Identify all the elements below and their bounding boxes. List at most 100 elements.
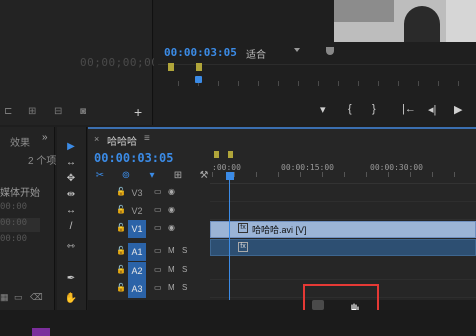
export-frame-icon[interactable]: ⊞ bbox=[28, 106, 36, 117]
list-item[interactable]: 00:00 bbox=[0, 218, 40, 232]
new-bin-icon[interactable]: ▦ bbox=[0, 292, 9, 303]
slip-tool-icon[interactable]: ⇿ bbox=[64, 240, 78, 254]
solo-icon[interactable]: S bbox=[182, 283, 187, 292]
track-header-a1: 🔓 A1 ▭ M S bbox=[110, 243, 210, 261]
add-marker-icon[interactable]: ▾ bbox=[146, 170, 158, 182]
lock-icon[interactable]: 🔓 bbox=[116, 265, 126, 275]
time-ruler[interactable] bbox=[210, 150, 476, 184]
camera-icon[interactable]: ◙ bbox=[80, 106, 86, 117]
track-header-v3: 🔓 V3 ▭ ◉ bbox=[110, 184, 210, 202]
eye-icon[interactable]: ◉ bbox=[168, 205, 175, 214]
program-controls: ▾ { } |← ◂| ▶ bbox=[158, 103, 476, 121]
program-timecode[interactable]: 00:00:03:05 bbox=[164, 46, 237, 59]
track-header-v1: 🔓 V1 ▭ ◉ bbox=[110, 220, 210, 238]
mark-out-icon[interactable]: } bbox=[372, 103, 376, 115]
wrench-icon[interactable]: ⚒ bbox=[198, 170, 210, 182]
in-marker[interactable] bbox=[168, 63, 174, 71]
out-marker[interactable] bbox=[196, 63, 202, 71]
ruler-ticks bbox=[212, 172, 476, 178]
audio-clip[interactable] bbox=[210, 239, 476, 256]
lock-icon[interactable]: 🔓 bbox=[116, 223, 126, 233]
list-item[interactable]: 00:00 bbox=[0, 202, 40, 216]
list-item[interactable]: 00:00 bbox=[0, 234, 40, 248]
lock-icon[interactable]: 🔓 bbox=[116, 283, 126, 293]
lock-icon[interactable]: 🔓 bbox=[116, 187, 126, 197]
eye-icon[interactable]: ◉ bbox=[168, 187, 175, 196]
tab-sequence[interactable]: 哈哈哈 bbox=[107, 133, 137, 148]
folder-icon[interactable]: ▭ bbox=[14, 292, 23, 303]
track-name[interactable]: A1 bbox=[128, 243, 146, 261]
program-playhead[interactable] bbox=[195, 76, 202, 83]
sync-lock-icon[interactable]: ▭ bbox=[154, 205, 162, 214]
fit-dropdown[interactable]: 适合 bbox=[246, 46, 302, 61]
track-lane-a2[interactable] bbox=[210, 262, 476, 280]
rate-stretch-tool-icon[interactable]: ↔ bbox=[64, 204, 78, 218]
solo-icon[interactable]: S bbox=[182, 246, 187, 255]
go-to-in-icon[interactable]: |← bbox=[402, 103, 416, 115]
mute-icon[interactable]: M bbox=[168, 265, 175, 274]
ripple-edit-tool-icon[interactable]: ✥ bbox=[64, 172, 78, 186]
razor-tool-icon[interactable]: / bbox=[64, 220, 78, 234]
track-name[interactable]: A3 bbox=[128, 280, 146, 298]
video-clip[interactable] bbox=[210, 221, 476, 238]
sync-lock-icon[interactable]: ▭ bbox=[154, 246, 162, 255]
ruler-label: 00:00:30:00 bbox=[370, 163, 423, 172]
sync-lock-icon[interactable]: ▭ bbox=[154, 265, 162, 274]
linked-selection-icon[interactable]: ⊚ bbox=[120, 170, 132, 182]
track-name[interactable]: V3 bbox=[128, 184, 146, 202]
track-header-a2: 🔓 A2 ▭ M S bbox=[110, 262, 210, 280]
insert-icon[interactable]: ⊟ bbox=[54, 106, 62, 117]
media-start-header[interactable]: 媒体开始 bbox=[0, 184, 40, 199]
close-icon[interactable]: × bbox=[94, 134, 99, 144]
ruler-label: 00:00:15:00 bbox=[281, 163, 334, 172]
sync-lock-icon[interactable]: ▭ bbox=[154, 283, 162, 292]
play-icon[interactable]: ▶ bbox=[454, 103, 462, 116]
fx-icon: fx bbox=[238, 223, 248, 233]
playhead-line bbox=[229, 180, 230, 300]
track-lane-v2[interactable] bbox=[210, 202, 476, 220]
mute-icon[interactable]: M bbox=[168, 246, 175, 255]
lock-icon[interactable]: 🔓 bbox=[116, 205, 126, 215]
track-select-tool-icon[interactable]: ↔ bbox=[64, 156, 78, 170]
eye-icon[interactable]: ◉ bbox=[168, 223, 175, 232]
trash-icon[interactable]: ⌫ bbox=[30, 292, 43, 303]
video-preview bbox=[334, 0, 476, 42]
timeline-marker-icon[interactable]: ⊞ bbox=[172, 170, 184, 182]
settings-marker-icon[interactable] bbox=[326, 47, 334, 55]
track-lane-v3[interactable] bbox=[210, 184, 476, 202]
track-header-v2: 🔓 V2 ▭ ◉ bbox=[110, 202, 210, 220]
program-ruler[interactable] bbox=[158, 64, 476, 92]
panel-more-icon[interactable]: » bbox=[42, 132, 48, 143]
add-marker-icon[interactable]: ▾ bbox=[320, 103, 326, 116]
selection-tool-icon[interactable]: ▶ bbox=[64, 140, 78, 154]
out-marker[interactable] bbox=[228, 151, 233, 158]
status-bar bbox=[0, 310, 476, 336]
track-name[interactable]: V2 bbox=[128, 202, 146, 220]
rolling-edit-tool-icon[interactable]: ⇹ bbox=[64, 188, 78, 202]
horizontal-scrollbar[interactable] bbox=[88, 300, 476, 310]
mute-icon[interactable]: M bbox=[168, 283, 175, 292]
in-marker[interactable] bbox=[214, 151, 219, 158]
timeline-playhead[interactable] bbox=[226, 172, 234, 180]
pen-tool-icon[interactable]: ✒ bbox=[64, 272, 78, 286]
solo-icon[interactable]: S bbox=[182, 265, 187, 274]
hand-tool-icon[interactable]: ✋ bbox=[64, 292, 78, 306]
fx-icon: fx bbox=[238, 242, 248, 252]
tab-effects[interactable]: 效果 bbox=[10, 134, 30, 149]
snap-icon[interactable]: ✂ bbox=[94, 170, 106, 182]
step-back-icon[interactable]: ◂| bbox=[428, 103, 436, 116]
sync-lock-icon[interactable]: ▭ bbox=[154, 223, 162, 232]
source-timecode[interactable]: 00;00;00;00 bbox=[80, 56, 158, 69]
mark-in-icon[interactable]: { bbox=[348, 103, 352, 115]
ruler-label: :00:00 bbox=[212, 163, 241, 172]
track-name[interactable]: V1 bbox=[128, 220, 146, 238]
sync-lock-icon[interactable]: ▭ bbox=[154, 187, 162, 196]
add-button[interactable]: + bbox=[134, 104, 142, 120]
drag-handle-icon[interactable]: ⊏ bbox=[4, 106, 12, 117]
timeline-timecode[interactable]: 00:00:03:05 bbox=[94, 151, 173, 165]
track-name[interactable]: A2 bbox=[128, 262, 146, 280]
lock-icon[interactable]: 🔓 bbox=[116, 246, 126, 256]
fit-dropdown-label: 适合 bbox=[246, 50, 266, 61]
taskbar-app-icon[interactable] bbox=[32, 328, 50, 336]
panel-menu-icon[interactable]: ≡ bbox=[144, 133, 150, 144]
